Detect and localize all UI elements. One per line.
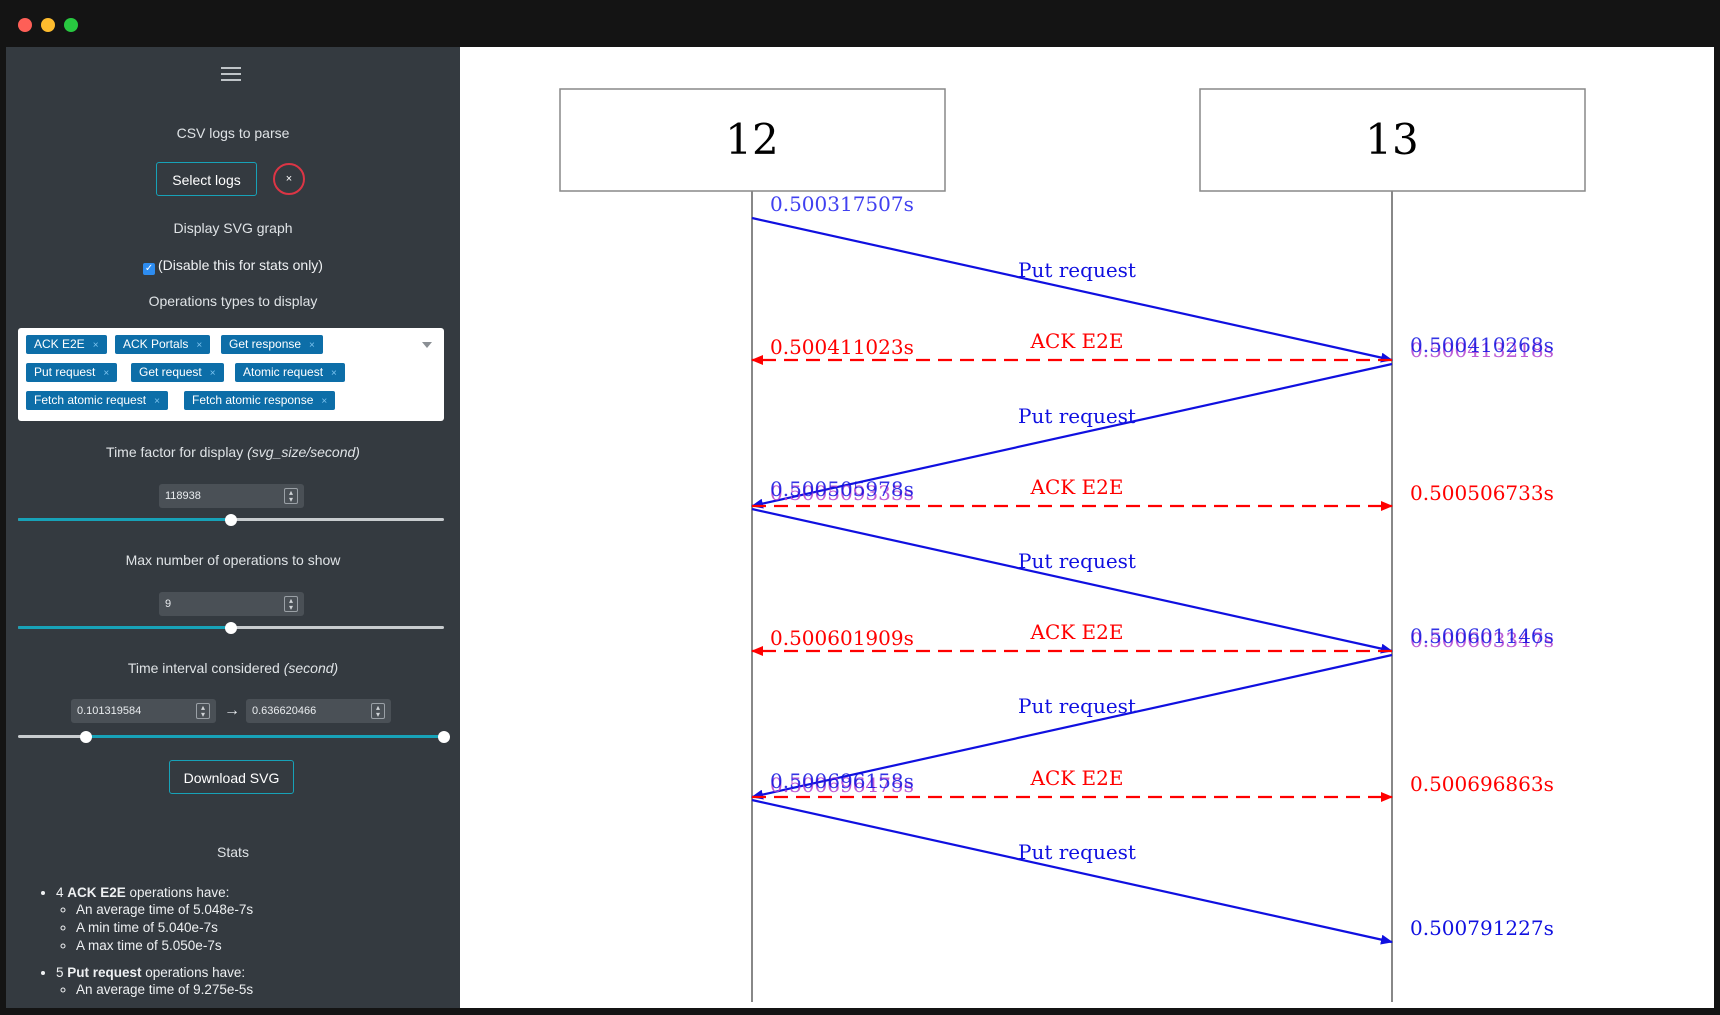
stepper-icon[interactable]: ▴ ▾ <box>371 703 385 719</box>
put-request-label: Put request <box>1018 549 1136 573</box>
remove-tag-icon[interactable]: × <box>154 396 160 407</box>
stepper-icon[interactable]: ▴ ▾ <box>196 703 210 719</box>
max-operations-label: Max number of operations to show <box>125 552 341 568</box>
download-svg-button[interactable]: Download SVG <box>169 760 294 794</box>
ack-e2e-label: ACK E2E <box>1030 475 1124 499</box>
stats-group: 4 ACK E2E operations have: An average ti… <box>56 885 436 953</box>
op-tag[interactable]: ACK E2E × <box>26 335 107 354</box>
remove-tag-icon[interactable]: × <box>321 396 327 407</box>
interval-slider-fill <box>86 735 444 738</box>
csv-logs-label: CSV logs to parse <box>176 125 290 141</box>
timestamp-label: 0.500696863s <box>1410 772 1554 796</box>
put-request-label: Put request <box>1018 258 1136 282</box>
arrow-right-icon: → <box>224 702 240 719</box>
put-request-label: Put request <box>1018 840 1136 864</box>
max-operations-input[interactable]: 9 ▴ ▾ <box>159 592 304 616</box>
timestamp-label: 0.500791227s <box>1410 916 1554 940</box>
ack-e2e-label: ACK E2E <box>1030 620 1124 644</box>
stats-group: 5 Put request operations have: An averag… <box>56 965 436 997</box>
ack-e2e-label: ACK E2E <box>1030 766 1124 790</box>
sequence-diagram: 12 13 Put request 0.500317507s ACK E2E 0… <box>460 47 1714 1008</box>
chevron-down-icon[interactable] <box>422 342 432 348</box>
op-tag[interactable]: Put request × <box>26 363 118 382</box>
clear-logs-button[interactable]: × <box>273 163 305 195</box>
time-factor-input[interactable]: 118938 ▴ ▾ <box>159 484 304 508</box>
interval-from-input[interactable]: 0.101319584 ▴ ▾ <box>71 699 216 723</box>
put-request-arrow <box>751 798 1393 945</box>
operations-types-label: Operations types to display <box>148 293 318 309</box>
stats-title: Stats <box>217 844 249 860</box>
hamburger-icon[interactable] <box>221 65 243 85</box>
timestamp-label: 0.500411023s <box>770 335 914 359</box>
interval-slider-low-thumb[interactable] <box>80 731 93 743</box>
op-tag[interactable]: ACK Portals × <box>115 335 211 354</box>
op-tag[interactable]: Get response × <box>221 335 323 354</box>
node-label-13: 13 <box>1365 115 1418 164</box>
timestamp-label: 0.500601146s <box>1410 624 1554 648</box>
put-request-label: Put request <box>1018 694 1136 718</box>
display-svg-checkbox[interactable]: ✓ <box>143 263 156 275</box>
window-titlebar <box>0 0 1720 47</box>
remove-tag-icon[interactable]: × <box>196 340 202 351</box>
op-tag[interactable]: Get request × <box>131 363 224 382</box>
stats-list: 4 ACK E2E operations have: An average ti… <box>36 885 436 1008</box>
remove-tag-icon[interactable]: × <box>93 340 99 351</box>
ack-e2e-label: ACK E2E <box>1030 329 1124 353</box>
select-logs-button[interactable]: Select logs <box>156 162 257 196</box>
time-factor-slider-fill <box>18 518 231 521</box>
timestamp-label: 0.500505978s <box>770 477 914 501</box>
maximize-window-button[interactable] <box>64 18 78 32</box>
interval-to-input[interactable]: 0.636620466 ▴ ▾ <box>246 699 391 723</box>
display-svg-checkbox-label: (Disable this for stats only) <box>158 257 323 273</box>
op-tag[interactable]: Atomic request × <box>235 363 345 382</box>
sidebar: CSV logs to parse Select logs × Display … <box>6 47 460 1008</box>
stepper-icon[interactable]: ▴ ▾ <box>284 488 298 504</box>
display-svg-row: ✓ (Disable this for stats only) <box>6 257 460 275</box>
stats-item: A max time of 5.050e-7s <box>76 938 436 953</box>
remove-tag-icon[interactable]: × <box>331 368 337 379</box>
max-operations-slider-thumb[interactable] <box>225 622 237 634</box>
timestamp-label: 0.500410268s <box>1410 333 1554 357</box>
remove-tag-icon[interactable]: × <box>210 368 216 379</box>
max-operations-slider-fill <box>18 626 231 629</box>
put-request-label: Put request <box>1018 404 1136 428</box>
minimize-window-button[interactable] <box>41 18 55 32</box>
interval-slider-high-thumb[interactable] <box>438 731 450 743</box>
stats-item: An average time of 5.048e-7s <box>76 902 436 917</box>
operation-types-multiselect[interactable]: ACK E2E × ACK Portals × Get response × Put … <box>18 328 444 421</box>
timestamp-label: 0.500601909s <box>770 626 914 650</box>
op-tag[interactable]: Fetch atomic response × <box>184 391 336 410</box>
timestamp-label: 0.500317507s <box>770 192 914 216</box>
time-factor-slider-thumb[interactable] <box>225 514 237 526</box>
stepper-icon[interactable]: ▴ ▾ <box>284 596 298 612</box>
close-icon: × <box>285 173 293 185</box>
display-svg-label: Display SVG graph <box>173 220 293 236</box>
op-tag[interactable]: Fetch atomic request × <box>26 391 168 410</box>
timestamp-label: 0.500506733s <box>1410 481 1554 505</box>
close-window-button[interactable] <box>18 18 32 32</box>
time-factor-label: Time factor for display (svg_size/second… <box>106 444 360 460</box>
remove-tag-icon[interactable]: × <box>309 340 315 351</box>
remove-tag-icon[interactable]: × <box>103 368 109 379</box>
time-interval-label: Time interval considered (second) <box>127 660 339 676</box>
app-window: CSV logs to parse Select logs × Display … <box>6 47 1714 1008</box>
stats-item: A min time of 5.040e-7s <box>76 920 436 935</box>
stats-item: An average time of 9.275e-5s <box>76 982 436 997</box>
node-label-12: 12 <box>725 115 778 164</box>
sequence-diagram-svg: 12 13 Put request 0.500317507s ACK E2E 0… <box>559 88 1586 1002</box>
timestamp-label: 0.500696158s <box>770 769 914 793</box>
